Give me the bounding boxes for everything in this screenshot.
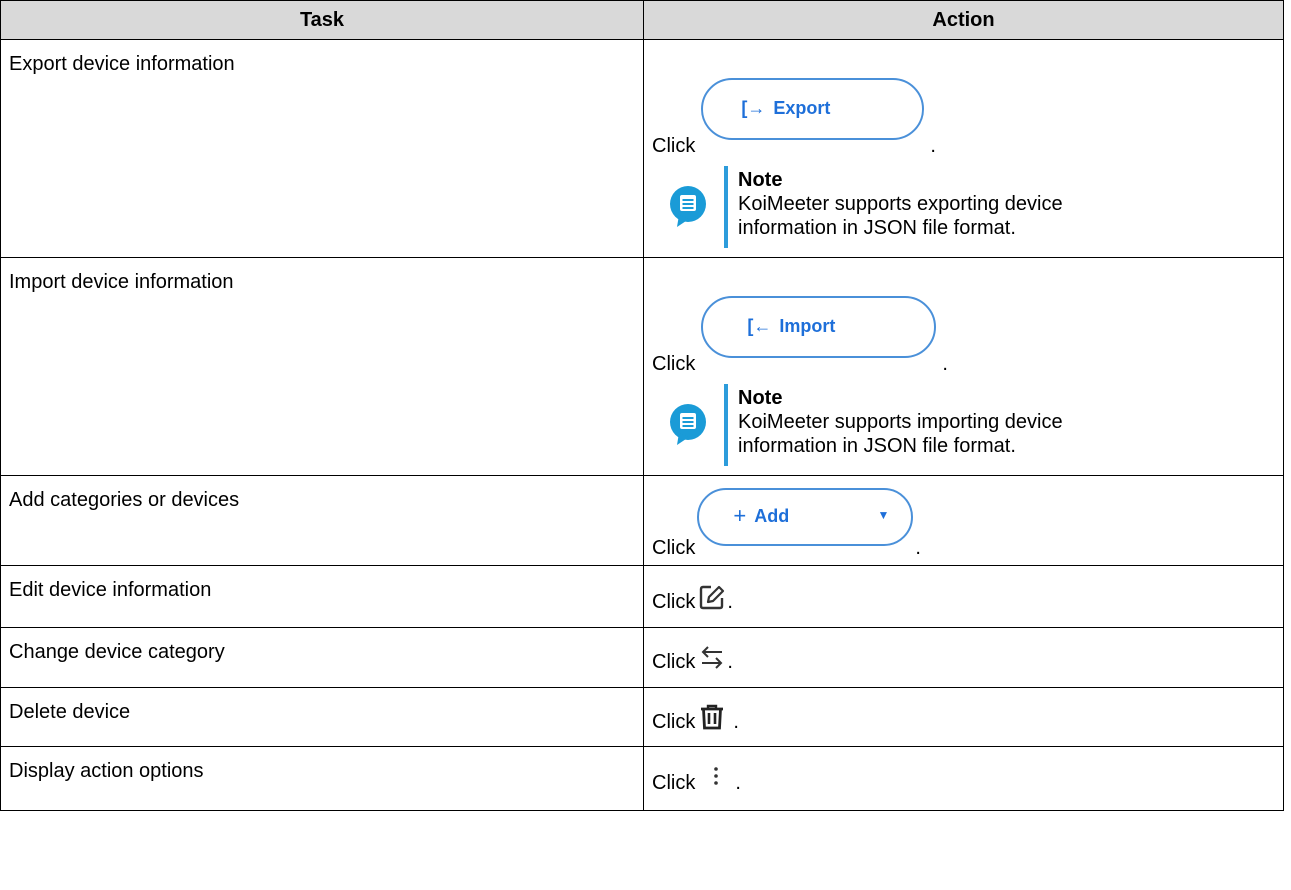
table-header-row: Task Action — [0, 0, 1284, 40]
click-text: Click — [652, 135, 696, 157]
action-cell: Click [→ Export . Note KoiMeeter support… — [643, 39, 1284, 258]
plus-icon: + — [733, 503, 747, 528]
task-action-table: Task Action Export device information Cl… — [0, 0, 1284, 811]
period-text: . — [727, 591, 733, 613]
export-button-label: Export — [773, 98, 831, 118]
note-content: Note KoiMeeter supports exporting device… — [724, 166, 1158, 248]
import-button[interactable]: [← Import — [701, 296, 937, 358]
note-text: KoiMeeter supports importing device info… — [738, 411, 1063, 457]
task-column-header: Task — [0, 0, 644, 40]
note-box: Note KoiMeeter supports importing device… — [652, 384, 1275, 466]
edit-icon[interactable] — [699, 584, 725, 610]
note-text: KoiMeeter supports exporting device info… — [738, 193, 1063, 239]
task-cell: Display action options — [0, 746, 644, 811]
period-text: . — [735, 772, 741, 794]
import-button-label: Import — [779, 316, 836, 336]
task-cell: Delete device — [0, 687, 644, 747]
export-icon: [→ — [741, 98, 766, 118]
table-row: Change device category Click . — [0, 627, 1284, 688]
add-dropdown-button[interactable]: + Add ▼ — [697, 488, 914, 546]
note-box: Note KoiMeeter supports exporting device… — [652, 166, 1275, 248]
click-text: Click — [652, 772, 696, 794]
action-column-header: Action — [643, 0, 1284, 40]
action-cell: Click . — [643, 565, 1284, 628]
import-icon: [← — [747, 316, 772, 336]
table-row: Add categories or devices Click + Add ▼ … — [0, 475, 1284, 566]
note-content: Note KoiMeeter supports importing device… — [724, 384, 1158, 466]
swap-icon[interactable] — [699, 644, 725, 670]
click-text: Click — [652, 591, 696, 613]
period-text: . — [915, 537, 921, 559]
period-text: . — [942, 353, 948, 375]
click-text: Click — [652, 711, 696, 733]
period-text: . — [727, 651, 733, 673]
action-cell: Click . — [643, 746, 1284, 811]
trash-icon[interactable] — [699, 704, 725, 730]
period-text: . — [733, 711, 739, 733]
period-text: . — [930, 135, 936, 157]
export-button[interactable]: [→ Export — [701, 78, 925, 140]
table-row: Edit device information Click . — [0, 565, 1284, 628]
task-cell: Edit device information — [0, 565, 644, 628]
task-cell: Change device category — [0, 627, 644, 688]
action-cell: Click . — [643, 687, 1284, 747]
task-cell: Export device information — [0, 39, 644, 258]
task-cell: Add categories or devices — [0, 475, 644, 566]
table-row: Import device information Click [← Impor… — [0, 257, 1284, 476]
task-cell: Import device information — [0, 257, 644, 476]
note-icon — [670, 186, 706, 227]
action-cell: Click + Add ▼ . — [643, 475, 1284, 566]
note-icon — [670, 404, 706, 445]
note-title: Note — [738, 387, 783, 409]
action-cell: Click . — [643, 627, 1284, 688]
add-button-label: Add — [754, 506, 790, 526]
table-row: Delete device Click . — [0, 687, 1284, 747]
note-title: Note — [738, 169, 783, 191]
more-vertical-icon[interactable] — [703, 765, 729, 791]
caret-down-icon: ▼ — [877, 508, 890, 522]
click-text: Click — [652, 651, 696, 673]
click-text: Click — [652, 537, 696, 559]
table-row: Display action options Click . — [0, 746, 1284, 811]
click-text: Click — [652, 353, 696, 375]
table-row: Export device information Click [→ Expor… — [0, 39, 1284, 258]
action-cell: Click [← Import . Note KoiMeeter support… — [643, 257, 1284, 476]
